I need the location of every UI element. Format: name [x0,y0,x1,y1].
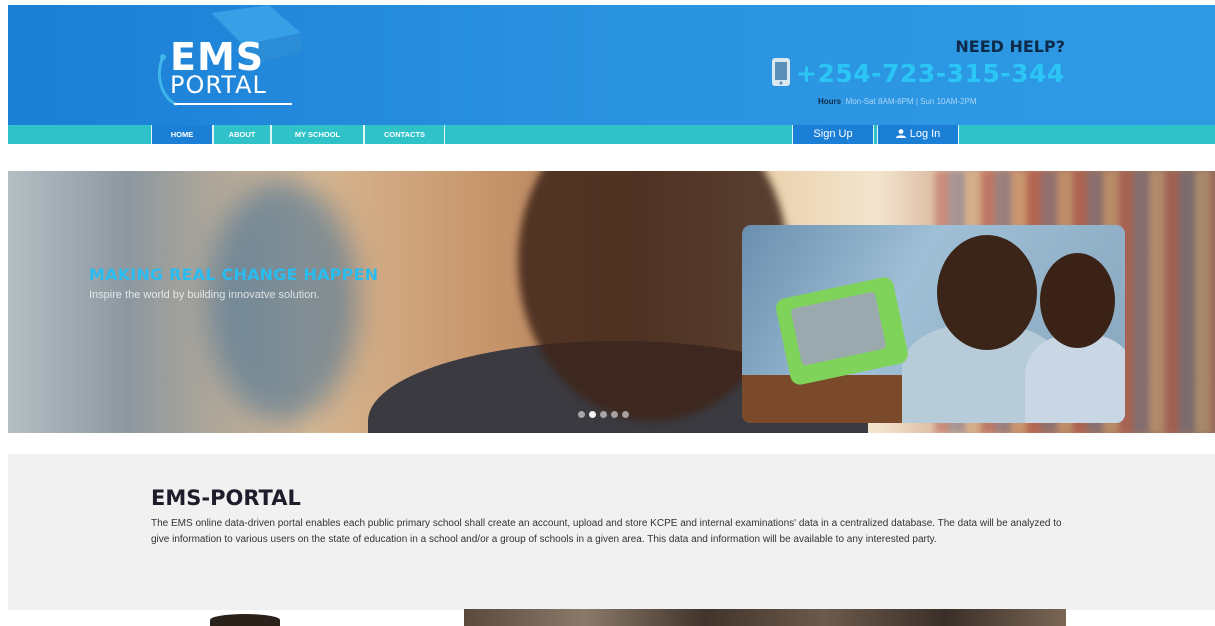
need-help-heading: NEED HELP? [955,37,1065,56]
page: EMS PORTAL NEED HELP? +254-723-315-344 H… [0,0,1215,626]
hero-slider[interactable]: MAKING REAL CHANGE HAPPEN Inspire the wo… [8,171,1215,433]
slider-dot[interactable] [600,411,607,418]
bottom-image-right [464,609,1066,626]
slider-dot[interactable] [589,411,596,418]
hours-label: Hours [818,97,842,106]
sign-up-button[interactable]: Sign Up [792,125,874,144]
nav-item-my-school[interactable]: MY SCHOOL [271,125,364,144]
help-phone-number[interactable]: +254-723-315-344 [796,59,1065,88]
hero-subtitle: Inspire the world by building innovatve … [89,289,320,301]
slider-dot[interactable] [622,411,629,418]
photo-laptop-screen [790,291,887,366]
site-header: EMS PORTAL NEED HELP? +254-723-315-344 H… [8,5,1215,125]
user-icon [895,129,906,138]
hero-title: MAKING REAL CHANGE HAPPEN [89,265,379,284]
about-body: The EMS online data-driven portal enable… [151,518,1062,545]
log-in-button[interactable]: Log In [877,125,959,144]
photo-kid-face [937,235,1037,350]
nav-item-home[interactable]: HOME [151,125,213,144]
slider-dot[interactable] [611,411,618,418]
logo-underline [174,103,292,105]
logo-text-portal[interactable]: PORTAL [170,71,267,99]
log-in-label: Log In [909,128,941,140]
photo-kid-face [1040,253,1115,348]
about-section: EMS-PORTAL The EMS online data-driven po… [8,454,1215,610]
business-hours: Hours: Mon-Sat 8AM-6PM | Sun 10AM-2PM [818,97,977,106]
about-title: EMS-PORTAL [151,486,301,510]
slider-pagination [578,411,629,418]
hero-photo-kids-laptop [742,225,1125,423]
hero-bg-person-blur [208,181,358,421]
hours-value: : Mon-Sat 8AM-6PM | Sun 10AM-2PM [841,97,977,106]
photo-kid-shirt [1025,335,1125,423]
photo-green-laptop [774,275,910,387]
slider-dot[interactable] [578,411,585,418]
nav-item-about[interactable]: ABOUT [213,125,271,144]
main-nav: HOME ABOUT MY SCHOOL CONTACTS Sign Up Lo… [8,125,1215,144]
mobile-phone-icon [772,58,790,86]
nav-item-contacts[interactable]: CONTACTS [364,125,445,144]
bottom-image-left [210,614,280,626]
